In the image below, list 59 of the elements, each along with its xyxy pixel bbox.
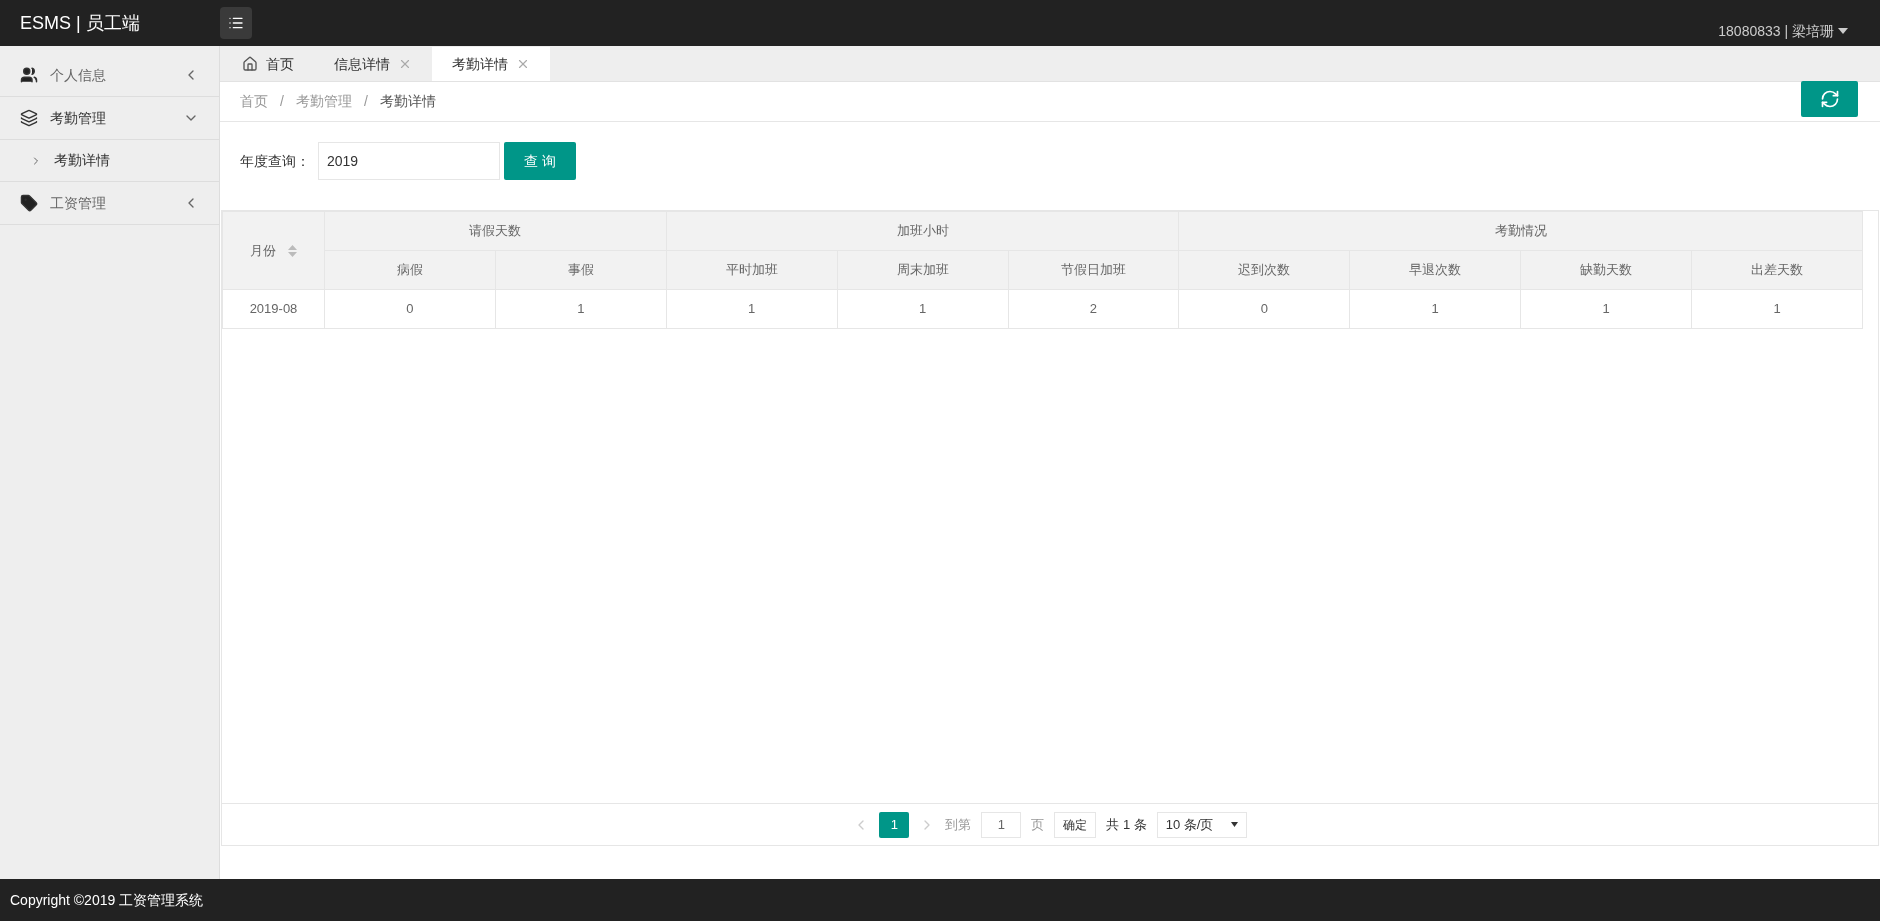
query-button[interactable]: 查 询 — [504, 142, 576, 180]
column-header: 早退次数 — [1349, 250, 1521, 290]
tag-icon — [20, 194, 38, 212]
page-input-field[interactable]: 1 — [981, 811, 1022, 838]
sidebar-item[interactable]: 工资管理 — [0, 182, 219, 224]
user-menu[interactable]: 18080833 | 梁培珊 — [1718, 20, 1848, 42]
home-icon — [242, 56, 258, 72]
sidebar-item[interactable]: 考勤管理 — [0, 97, 219, 139]
users-icon — [20, 66, 38, 84]
table-cell: 2019-08 — [222, 289, 325, 329]
column-header[interactable]: 月份 — [222, 211, 325, 290]
caret-icon — [1838, 28, 1848, 34]
column-header: 周末加班 — [837, 250, 1008, 290]
page-size-select[interactable]: 10 条/页 — [1156, 811, 1247, 838]
column-header: 缺勤天数 — [1520, 250, 1692, 290]
app-logo: ESMS | 员工端 — [20, 11, 141, 35]
layers-icon — [20, 109, 38, 127]
caret-icon — [1230, 822, 1238, 827]
column-header: 病假 — [324, 250, 496, 290]
column-header: 节假日加班 — [1008, 250, 1179, 290]
column-header: 出差天数 — [1691, 250, 1863, 290]
filter-label: 年度查询： — [240, 151, 311, 171]
breadcrumb-separator: / — [280, 92, 284, 111]
menu-icon — [228, 15, 244, 31]
column-group-header: 加班小时 — [666, 211, 1179, 251]
refresh-icon — [1819, 88, 1840, 109]
year-input-field[interactable]: 2019 — [318, 142, 500, 180]
page-button[interactable]: 1 — [879, 811, 910, 838]
table-cell: 0 — [324, 289, 496, 329]
sort-icon — [288, 244, 297, 257]
table-cell: 2 — [1008, 289, 1179, 329]
table-cell: 1 — [1349, 289, 1521, 329]
goto-label: 到第 — [945, 815, 972, 834]
table-cell: 1 — [1691, 289, 1863, 329]
column-header: 迟到次数 — [1178, 250, 1350, 290]
breadcrumb-separator: / — [363, 92, 368, 111]
table-cell: 1 — [1520, 289, 1692, 329]
tab[interactable]: 考勤详情 — [432, 47, 550, 81]
confirm-button[interactable]: 确定 — [1054, 811, 1097, 838]
breadcrumb-current: 考勤详情 — [379, 92, 436, 111]
tab[interactable]: 信息详情 — [314, 47, 432, 81]
table-cell: 1 — [495, 289, 667, 329]
table-cell: 1 — [837, 289, 1008, 329]
table-cell: 0 — [1178, 289, 1350, 329]
close-icon[interactable] — [516, 57, 530, 71]
column-group-header: 考勤情况 — [1178, 211, 1863, 251]
tab[interactable]: 首页 — [222, 47, 314, 81]
menu-toggle-button[interactable] — [220, 7, 252, 39]
column-header: 平时加班 — [666, 250, 838, 290]
page-unit-label: 页 — [1031, 815, 1045, 834]
sidebar-subitem[interactable]: 考勤详情 — [0, 139, 219, 181]
close-icon[interactable] — [398, 57, 412, 71]
sidebar-item[interactable]: 个人信息 — [0, 54, 219, 96]
table-cell: 1 — [666, 289, 838, 329]
copyright-text: Copyright ©2019 工资管理系统 — [10, 890, 204, 910]
column-header: 事假 — [495, 250, 667, 290]
total-count: 共 1 条 — [1106, 815, 1147, 834]
refresh-button[interactable] — [1801, 80, 1858, 117]
column-group-header: 请假天数 — [324, 211, 667, 251]
